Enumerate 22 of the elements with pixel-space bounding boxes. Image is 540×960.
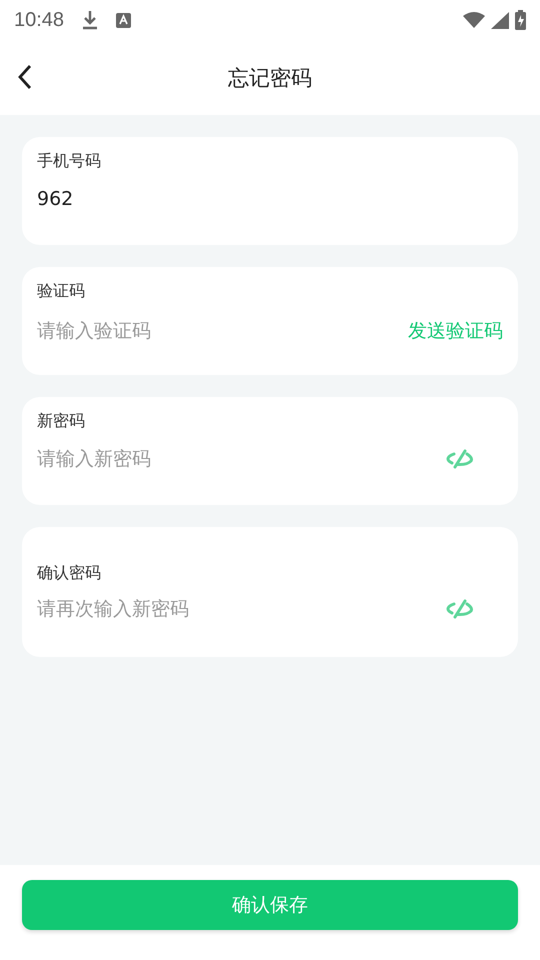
send-code-link[interactable]: 发送验证码 (408, 318, 503, 344)
password-input[interactable]: 请再次输入新密码 (37, 598, 445, 620)
code-input[interactable]: 请输入验证码 (37, 320, 408, 342)
eye-off-icon (445, 449, 475, 469)
toggle-visibility-button[interactable] (445, 449, 475, 469)
eye-off-icon (445, 599, 475, 619)
wifi-icon (463, 12, 485, 28)
page-title: 忘记密码 (228, 64, 312, 92)
phone-input[interactable]: 962 (37, 188, 503, 210)
battery-icon (515, 10, 526, 30)
save-button[interactable]: 确认保存 (22, 880, 518, 930)
back-icon (16, 64, 34, 90)
toggle-visibility-button[interactable] (445, 599, 475, 619)
field-label: 验证码 (37, 281, 86, 302)
password-input[interactable]: 请输入新密码 (37, 448, 445, 470)
signal-icon (491, 12, 509, 28)
app-icon (116, 12, 132, 28)
status-time: 10:48 (14, 8, 64, 32)
field-label: 新密码 (37, 411, 86, 432)
download-icon (82, 10, 98, 30)
field-label: 确认密码 (37, 563, 102, 584)
field-label: 手机号码 (37, 151, 102, 172)
